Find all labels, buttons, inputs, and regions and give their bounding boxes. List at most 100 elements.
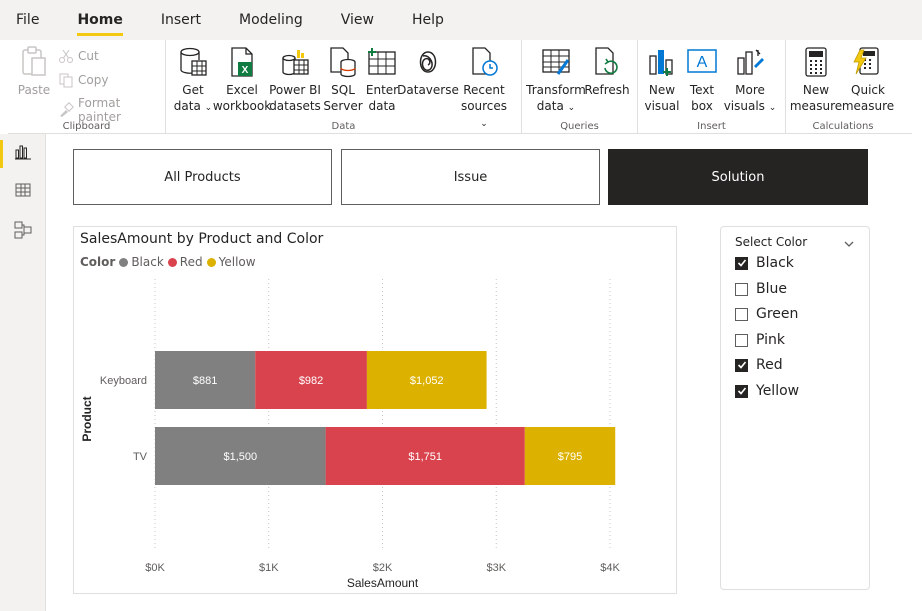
transform-data-button[interactable]: Transform data ⌄ xyxy=(526,46,586,116)
slicer-label-green: Green xyxy=(756,306,799,322)
recent-sources-button[interactable]: Recent sources ⌄ xyxy=(456,46,512,132)
slicer-label-blue: Blue xyxy=(756,281,787,297)
more-visuals-icon xyxy=(734,46,766,78)
model-view-button[interactable] xyxy=(0,214,46,250)
data-label: $1,751 xyxy=(408,451,442,463)
menu-home[interactable]: Home xyxy=(77,0,124,40)
slicer-item-green[interactable]: Green xyxy=(735,306,798,322)
more-visuals-line2: visuals xyxy=(723,99,765,113)
solution-button[interactable]: Solution xyxy=(608,149,868,205)
color-slicer: Select Color Black Blue Green Pink Red Y… xyxy=(720,226,870,590)
powerbi-line2: datasets xyxy=(269,99,321,113)
quick-measure-icon xyxy=(852,46,884,78)
chevron-down-icon: ⌄ xyxy=(567,103,576,113)
slicer-label-yellow: Yellow xyxy=(756,383,800,399)
powerbi-line1: Power BI xyxy=(269,83,321,97)
slicer-item-black[interactable]: Black xyxy=(735,255,794,271)
quick-measure-button[interactable]: Quick measure xyxy=(842,46,894,114)
text-box-icon: A xyxy=(686,46,718,78)
slicer-item-red[interactable]: Red xyxy=(735,357,783,373)
text-box-button[interactable]: A Text box xyxy=(682,46,722,114)
dataverse-button[interactable]: Dataverse xyxy=(397,46,459,98)
slicer-item-yellow[interactable]: Yellow xyxy=(735,383,799,399)
table-view-icon xyxy=(15,182,31,202)
menu-modeling[interactable]: Modeling xyxy=(239,0,303,40)
model-view-icon xyxy=(14,221,32,243)
new-visual-line2: visual xyxy=(644,99,680,113)
chart-plot: $0K $1K $2K $3K $4K SalesAmount Product Keyboar… xyxy=(80,279,620,590)
all-products-button[interactable]: All Products xyxy=(73,149,332,205)
sql-server-button[interactable]: SQL Server xyxy=(322,46,364,114)
data-label: $795 xyxy=(558,451,582,463)
menu-file[interactable]: File xyxy=(16,0,39,40)
enter-data-button[interactable]: Enter data xyxy=(364,46,400,114)
sql-line2: Server xyxy=(323,99,363,113)
more-visuals-button[interactable]: More visuals ⌄ xyxy=(722,46,778,116)
transform-line1: Transform xyxy=(526,83,586,97)
excel-line1: Excel xyxy=(226,83,258,97)
slicer-item-pink[interactable]: Pink xyxy=(735,332,785,348)
data-view-button[interactable] xyxy=(0,174,46,210)
data-group: Get data ⌄ X Excel workbook Power BI dat… xyxy=(166,40,522,134)
queries-group: Transform data ⌄ Refresh Queries xyxy=(522,40,638,134)
excel-line2: workbook xyxy=(212,99,272,113)
slicer-label-red: Red xyxy=(756,357,783,373)
paste-label: Paste xyxy=(17,83,51,97)
bar-chart-visual[interactable]: SalesAmount by Product and Color Color B… xyxy=(73,226,677,594)
data-label: $881 xyxy=(193,375,217,387)
issue-button[interactable]: Issue xyxy=(341,149,600,205)
recent-sources-icon xyxy=(468,46,500,78)
data-label: $1,500 xyxy=(223,451,257,463)
insert-group: New visual A Text box More visuals ⌄ Ins… xyxy=(638,40,786,134)
datasets-icon xyxy=(279,46,311,78)
checkbox-pink[interactable] xyxy=(735,333,748,347)
y-axis-title: Product xyxy=(80,396,94,441)
chevron-down-icon: ⌄ xyxy=(768,103,777,113)
checkbox-black[interactable] xyxy=(735,256,748,270)
y-tick-label: TV xyxy=(133,451,148,463)
checkbox-blue[interactable] xyxy=(735,282,748,296)
y-tick-label: Keyboard xyxy=(100,375,147,387)
sql-line1: SQL xyxy=(331,83,355,97)
format-painter-label: Format painter xyxy=(78,96,121,124)
x-axis-title: SalesAmount xyxy=(347,576,419,590)
x-tick-label: $0K xyxy=(145,562,165,574)
enter-data-line1: Enter xyxy=(365,83,399,97)
paste-button[interactable]: Paste xyxy=(12,46,56,98)
new-measure-line1: New xyxy=(802,83,830,97)
more-visuals-line1: More xyxy=(735,83,765,97)
excel-workbook-button[interactable]: X Excel workbook xyxy=(212,46,272,114)
new-visual-button[interactable]: New visual xyxy=(642,46,682,114)
new-measure-button[interactable]: New measure xyxy=(790,46,842,114)
get-data-line2: data xyxy=(173,99,201,113)
menu-view[interactable]: View xyxy=(341,0,374,40)
menu-bar: File Home Insert Modeling View Help xyxy=(0,0,922,40)
menu-insert[interactable]: Insert xyxy=(161,0,201,40)
calculator-icon xyxy=(800,46,832,78)
powerbi-datasets-button[interactable]: Power BI datasets xyxy=(268,46,322,114)
report-view-icon xyxy=(15,144,31,164)
report-view-button[interactable] xyxy=(0,136,46,172)
recent-line1: Recent xyxy=(463,83,505,97)
checkbox-green[interactable] xyxy=(735,307,748,321)
checkbox-yellow[interactable] xyxy=(735,384,748,398)
paste-icon xyxy=(18,46,50,78)
slicer-item-blue[interactable]: Blue xyxy=(735,281,787,297)
quick-measure-line1: Quick xyxy=(851,83,885,97)
data-label: $1,052 xyxy=(410,375,444,387)
slicer-title: Select Color xyxy=(735,235,808,249)
x-tick-label: $1K xyxy=(259,562,279,574)
quick-measure-line2: measure xyxy=(841,99,895,113)
copy-label: Copy xyxy=(78,73,109,87)
table-icon xyxy=(366,46,398,78)
chevron-down-icon[interactable] xyxy=(843,235,855,247)
refresh-button[interactable]: Refresh xyxy=(584,46,630,98)
menu-help[interactable]: Help xyxy=(412,0,444,40)
copy-button[interactable]: Copy xyxy=(58,72,108,88)
get-data-button[interactable]: Get data ⌄ xyxy=(170,46,216,116)
checkbox-red[interactable] xyxy=(735,358,748,372)
slicer-label-pink: Pink xyxy=(756,332,786,348)
cut-button[interactable]: Cut xyxy=(58,48,99,64)
format-painter-button[interactable]: Format painter xyxy=(58,96,165,124)
clipboard-group-label: Clipboard xyxy=(62,121,111,132)
